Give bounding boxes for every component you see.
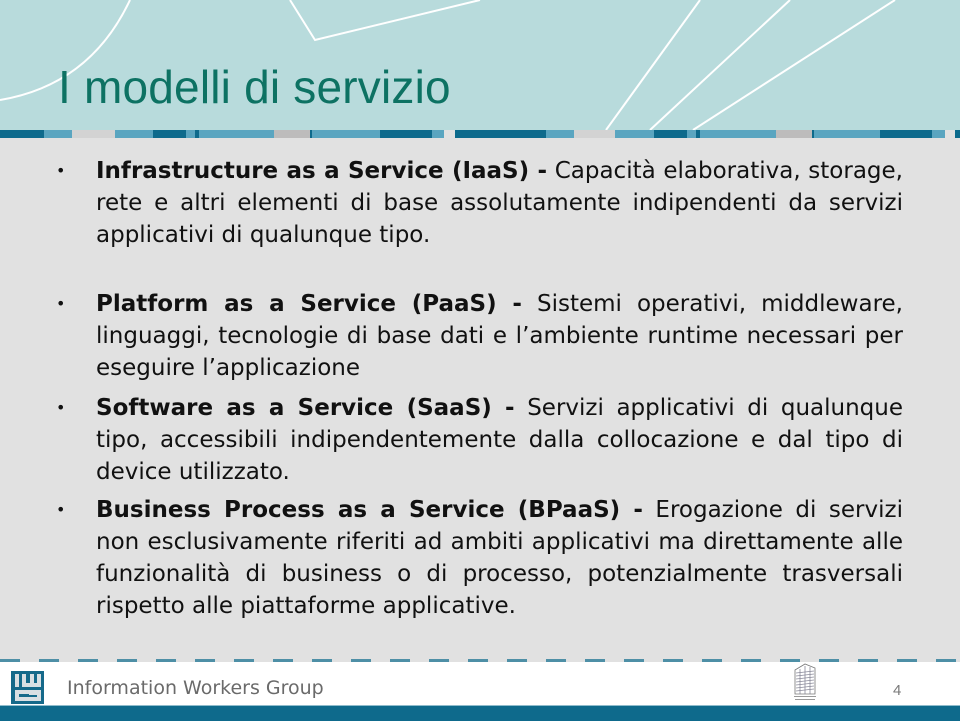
deco-diagonal-1 [605,0,701,130]
bullet-heading: Platform as a Service (PaaS) - [96,291,522,317]
bullet-marker: • [56,294,66,313]
deco-diagonal-3 [692,0,896,130]
footer-bar [0,705,960,721]
bullet-iaas: • Infrastructure as a Service (IaaS) - C… [56,155,903,251]
slide-header: I modelli di servizio [0,0,960,130]
deco-chevron [289,0,481,42]
slide-title: I modelli di servizio [58,61,451,113]
bullet-marker: • [56,161,66,180]
bullet-paas: • Platform as a Service (PaaS) - Sistemi… [56,288,903,384]
bullet-marker: • [56,500,66,519]
page-number: 4 [893,682,902,699]
bullet-bpaas: • Business Process as a Service (BPaaS) … [56,494,903,622]
bullet-marker: • [56,398,66,417]
bullet-heading: Software as a Service (SaaS) - [96,395,515,421]
deco-diagonal-2 [649,0,791,130]
footer-brand: Information Workers Group [67,677,324,699]
header-stripe [0,130,960,138]
iwg-logo-icon [11,671,44,704]
bullet-heading: Business Process as a Service (BPaaS) - [96,497,643,523]
bullet-saas: • Software as a Service (SaaS) - Servizi… [56,392,903,488]
building-icon [794,663,816,700]
bullet-heading: Infrastructure as a Service (IaaS) - [96,158,548,184]
